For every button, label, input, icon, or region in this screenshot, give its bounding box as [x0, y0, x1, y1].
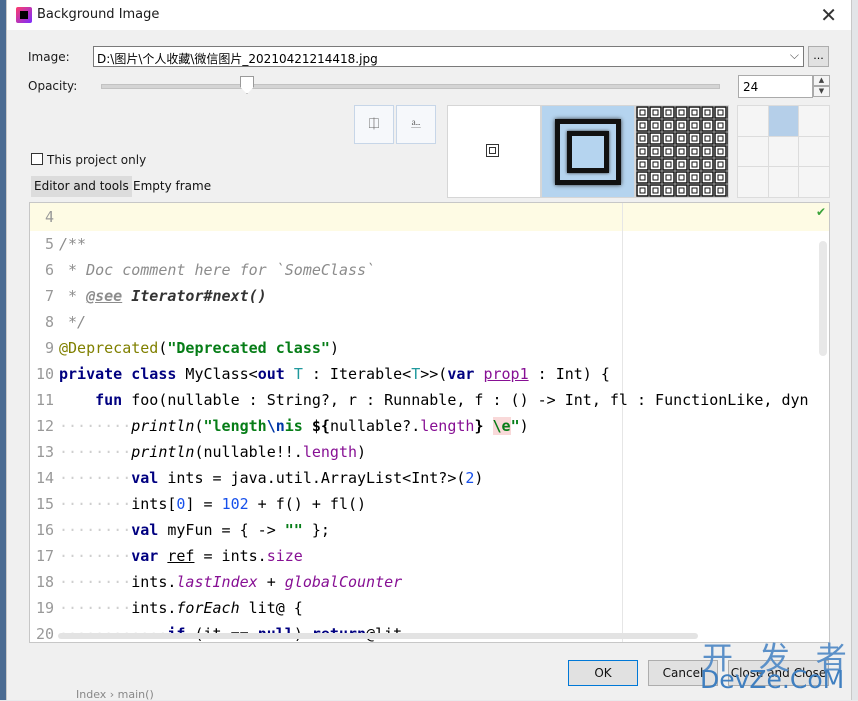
code-line: 16 ········val myFun = { -> "" }; [30, 517, 829, 543]
code-line: 4 [30, 204, 829, 230]
tile-pattern-icon [636, 106, 728, 197]
anchor-center[interactable] [768, 136, 799, 167]
line-number: 15 [35, 495, 54, 513]
line-number: 20 [35, 625, 54, 643]
intellij-app-icon [16, 7, 32, 23]
anchor-bottom-center[interactable] [768, 167, 799, 197]
code-line: 10 private class MyClass<out T : Iterable… [30, 361, 829, 387]
code-line: 15 ········ints[0] = 102 + f() + fl() [30, 491, 829, 517]
line-number: 18 [35, 573, 54, 591]
fill-option-plain[interactable] [447, 105, 541, 198]
code-line: 7 * @see Iterator#next() [30, 283, 829, 309]
code-line: 14 ········val ints = java.util.ArrayList… [30, 465, 829, 491]
ok-button[interactable]: OK [568, 660, 638, 686]
title-bar: Background Image ✕ [7, 0, 851, 30]
code-line: 11 fun foo(nullable : String?, r : Runna… [30, 387, 829, 413]
anchor-position-grid[interactable] [737, 105, 830, 198]
chevron-down-icon[interactable]: ⌵ [790, 48, 799, 63]
background-image-dialog: Background Image ✕ Image: D:\图片\个人收藏\微信图… [6, 0, 852, 700]
flip-horizontal-button[interactable]: ⎅ [354, 105, 394, 144]
spinner-down-icon[interactable]: ▼ [813, 86, 830, 97]
horizontal-scrollbar[interactable] [58, 633, 698, 639]
scale-square-icon [555, 119, 621, 185]
code-line: 12 ········println("length\nis ${nullable… [30, 413, 829, 439]
opacity-slider-track[interactable] [101, 84, 720, 89]
line-number: 19 [35, 599, 54, 617]
close-icon[interactable]: ✕ [820, 3, 837, 27]
image-label: Image: [28, 50, 70, 64]
browse-button[interactable]: ... [808, 46, 829, 67]
tab-empty-frame[interactable]: Empty frame [130, 176, 214, 197]
anchor-top-left[interactable] [738, 106, 768, 136]
line-number: 13 [35, 443, 54, 461]
opacity-label: Opacity: [28, 79, 78, 93]
code-line: 9 @Deprecated("Deprecated class") [30, 335, 829, 361]
anchor-middle-left[interactable] [738, 136, 768, 167]
this-project-only-label[interactable]: This project only [47, 153, 146, 167]
code-preview-editor: ✔ 4 5/** 6 * Doc comment here for `SomeC… [29, 202, 830, 643]
opacity-slider-thumb[interactable] [240, 76, 254, 94]
background-window-edge-right [851, 0, 858, 700]
tab-editor-and-tools[interactable]: Editor and tools [31, 176, 132, 197]
line-number: 14 [35, 469, 54, 487]
flip-vertical-button[interactable]: ⎁ [396, 105, 436, 144]
line-number: 16 [35, 521, 54, 539]
image-path-value[interactable]: D:\图片\个人收藏\微信图片_20210421214418.jpg [97, 50, 378, 67]
anchor-top-center[interactable] [768, 106, 799, 136]
line-number: 12 [35, 417, 54, 435]
line-number: 10 [35, 365, 54, 383]
code-line: 18 ········ints.lastIndex + globalCounter [30, 569, 829, 595]
line-number: 11 [35, 391, 54, 409]
flip-horizontal-icon: ⎅ [368, 116, 380, 132]
line-number: 7 [44, 287, 54, 305]
code-line: 13 ········println(nullable!!.length) [30, 439, 829, 465]
plain-square-icon [486, 144, 499, 157]
code-line: 5/** [30, 231, 829, 257]
watermark-bottom-text: DevZe.CoM [700, 665, 845, 694]
anchor-middle-right[interactable] [799, 136, 829, 167]
code-line: 6 * Doc comment here for `SomeClass` [30, 257, 829, 283]
line-number: 9 [44, 339, 54, 357]
line-number: 4 [44, 208, 54, 226]
fill-option-scale[interactable] [541, 105, 635, 198]
code-line: 19 ········ints.forEach lit@ { [30, 595, 829, 621]
this-project-only-checkbox[interactable] [31, 153, 43, 165]
image-path-combo[interactable]: D:\图片\个人收藏\微信图片_20210421214418.jpg ⌵ [93, 46, 804, 67]
opacity-spinner-input[interactable]: 24 [738, 75, 813, 98]
background-breadcrumb: Index › main() [76, 688, 154, 701]
code-line: 17 ········var ref = ints.size [30, 543, 829, 569]
fill-option-tile[interactable] [635, 105, 729, 198]
line-number: 5 [44, 235, 54, 253]
anchor-top-right[interactable] [799, 106, 829, 136]
line-number: 6 [44, 261, 54, 279]
code-line: 8 */ [30, 309, 829, 335]
anchor-bottom-right[interactable] [799, 167, 829, 197]
spinner-up-icon[interactable]: ▲ [813, 75, 830, 86]
devze-watermark: 开 发 者 DevZe.CoM [698, 633, 858, 700]
line-number: 17 [35, 547, 54, 565]
dialog-title: Background Image [37, 7, 160, 22]
flip-vertical-icon: ⎁ [410, 116, 422, 132]
line-number: 8 [44, 313, 54, 331]
anchor-bottom-left[interactable] [738, 167, 768, 197]
